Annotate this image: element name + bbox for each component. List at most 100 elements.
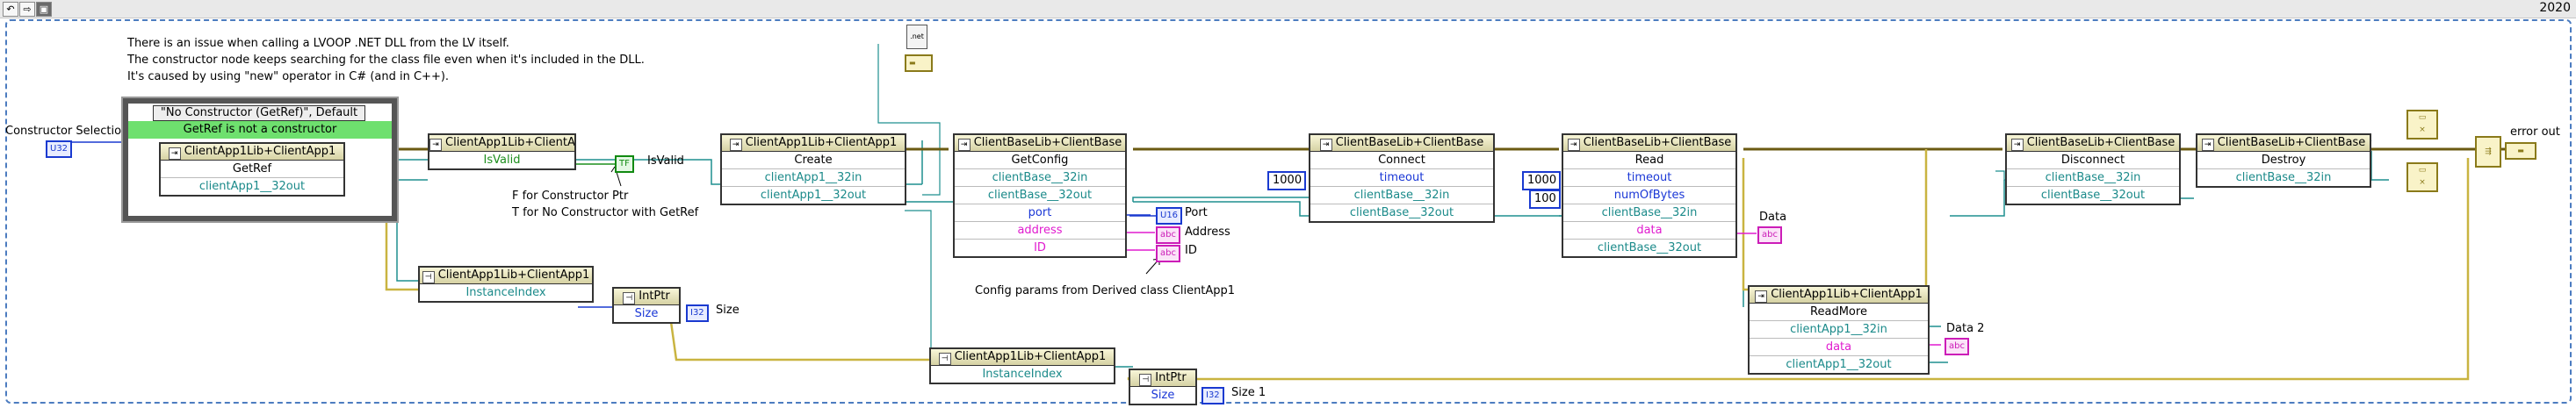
case-banner: GetRef is not a constructor — [128, 121, 392, 139]
instance-index-2-title: ClientApp1Lib+ClientApp1 — [954, 350, 1107, 363]
getref-out-terminal: clientApp1__32out — [161, 177, 343, 195]
note-config: Config params from Derived class ClientA… — [975, 284, 1236, 297]
readmore-in-terminal: clientApp1__32in — [1750, 320, 1928, 338]
connect-node[interactable]: ⇥ ClientBaseLib+ClientBase Connect timeou… — [1309, 133, 1495, 223]
case-structure: "No Constructor (GetRef)", Default GetRe… — [121, 97, 399, 223]
getconfig-node[interactable]: ⇥ ClientBaseLib+ClientBase GetConfig clie… — [953, 133, 1127, 258]
address-label: Address — [1185, 225, 1230, 239]
size-1-indicator[interactable]: I32 — [1201, 387, 1224, 404]
connect-out-terminal: clientBase__32out — [1310, 204, 1493, 221]
error-out-indicator[interactable]: ▬ — [2505, 142, 2536, 160]
disconnect-out-terminal: clientBase__32out — [2007, 186, 2179, 204]
read-in-terminal: clientBase__32in — [1563, 204, 1735, 221]
size-label: Size — [716, 304, 740, 317]
note-line-2: The constructor node keeps searching for… — [127, 54, 645, 67]
readmore-method: ReadMore — [1810, 305, 1867, 319]
read-bytes-constant[interactable]: 100 — [1529, 190, 1561, 209]
intptr-node-2[interactable]: ⊣ IntPtr Size — [1129, 369, 1197, 405]
read-node-title: ClientBaseLib+ClientBase — [1583, 136, 1732, 149]
method-node-icon: ⇥ — [2010, 139, 2024, 151]
note-line-3: It's caused by using "new" operator in C… — [127, 70, 450, 83]
getconfig-method: GetConfig — [1011, 154, 1069, 167]
close-reference-icon-2: ▭ × — [2406, 162, 2438, 192]
instance-index-1-terminal: InstanceIndex — [465, 286, 546, 299]
disconnect-method: Disconnect — [2060, 154, 2125, 167]
merge-errors-icon: ⇶ — [2475, 136, 2501, 168]
instance-index-node-1[interactable]: ⊣ ClientApp1Lib+ClientApp1 InstanceIndex — [418, 266, 594, 303]
net-icon: .net — [906, 25, 927, 49]
close-reference-icon-1: ▭ × — [2406, 110, 2438, 140]
isvalid-node-title: ClientApp1Lib+ClientApp1 — [445, 136, 574, 149]
address-indicator[interactable]: abc — [1156, 226, 1180, 244]
readmore-out-terminal: clientApp1__32out — [1750, 355, 1928, 373]
destroy-method: Destroy — [2261, 154, 2306, 167]
read-timeout-terminal: timeout — [1563, 168, 1735, 186]
method-node-icon: ⇥ — [168, 147, 181, 160]
connect-node-title: ClientBaseLib+ClientBase — [1335, 136, 1484, 149]
destroy-in-terminal: clientBase__32in — [2197, 168, 2370, 186]
isvalid-label: IsValid — [647, 154, 684, 168]
size-indicator[interactable]: I32 — [686, 304, 709, 322]
getref-method: GetRef — [232, 162, 272, 175]
destroy-node[interactable]: ⇥ ClientBaseLib+ClientBase Destroy client… — [2196, 133, 2371, 188]
port-indicator[interactable]: U16 — [1156, 207, 1183, 225]
disconnect-in-terminal: clientBase__32in — [2007, 168, 2179, 186]
read-node[interactable]: ⇥ ClientBaseLib+ClientBase Read timeout n… — [1562, 133, 1737, 258]
connect-timeout-terminal: timeout — [1310, 168, 1493, 186]
read-method: Read — [1634, 154, 1664, 167]
disconnect-node-title: ClientBaseLib+ClientBase — [2026, 136, 2176, 149]
data-indicator[interactable]: abc — [1757, 226, 1782, 244]
note-line-1: There is an issue when calling a LVOOP .… — [127, 37, 509, 50]
property-node-icon: ⊣ — [623, 292, 636, 304]
property-node-icon: ⊣ — [1139, 374, 1152, 386]
readmore-node[interactable]: ⇥ ClientApp1Lib+ClientApp1 ReadMore clien… — [1748, 285, 1930, 375]
isvalid-indicator[interactable]: TF — [615, 155, 634, 173]
read-bytes-terminal: numOfBytes — [1563, 186, 1735, 204]
getconfig-port-terminal: port — [955, 204, 1125, 221]
method-node-icon: ⇥ — [1567, 139, 1580, 151]
error-out-label: error out — [2510, 125, 2560, 139]
method-node-icon: ⇥ — [1755, 290, 1768, 303]
case-selector[interactable]: "No Constructor (GetRef)", Default — [153, 105, 365, 121]
method-node-icon: ⇥ — [2201, 139, 2214, 151]
create-method: Create — [794, 154, 833, 167]
getconfig-out-terminal: clientBase__32out — [955, 186, 1125, 204]
method-node-icon: ⇥ — [729, 139, 742, 151]
read-data-terminal: data — [1563, 221, 1735, 239]
note-ctor-f: F for Constructor Ptr — [512, 190, 629, 203]
getconfig-address-terminal: address — [955, 221, 1125, 239]
instance-index-1-title: ClientApp1Lib+ClientApp1 — [437, 268, 590, 282]
connect-timeout-constant[interactable]: 1000 — [1267, 171, 1306, 190]
constructor-ref-icon: ▬ — [905, 54, 933, 72]
getref-node-title: ClientApp1Lib+ClientApp1 — [184, 145, 336, 158]
connect-in-terminal: clientBase__32in — [1310, 186, 1493, 204]
method-node-icon: ⇥ — [1319, 139, 1332, 151]
instance-index-node-2[interactable]: ⊣ ClientApp1Lib+ClientApp1 InstanceIndex — [929, 347, 1115, 384]
size-1-label: Size 1 — [1231, 386, 1266, 399]
read-timeout-constant[interactable]: 1000 — [1522, 171, 1561, 190]
note-ctor-t: T for No Constructor with GetRef — [512, 206, 699, 219]
data-label: Data — [1759, 211, 1787, 224]
getconfig-node-title: ClientBaseLib+ClientBase — [973, 136, 1122, 149]
intptr-node-1[interactable]: ⊣ IntPtr Size — [612, 287, 681, 324]
readmore-data-terminal: data — [1750, 338, 1928, 355]
constructor-selection-control[interactable]: U32 — [46, 140, 72, 158]
instance-index-2-terminal: InstanceIndex — [982, 368, 1063, 381]
getconfig-in-terminal: clientBase__32in — [955, 168, 1125, 186]
getconfig-id-terminal: ID — [955, 239, 1125, 256]
property-node-icon: ⊣ — [422, 271, 435, 283]
property-node-icon: ⊣ — [938, 353, 951, 365]
create-node[interactable]: ⇥ ClientApp1Lib+ClientApp1 Create clientA… — [720, 133, 906, 205]
isvalid-terminal: IsValid — [483, 154, 521, 167]
getref-node[interactable]: ⇥ ClientApp1Lib+ClientApp1 GetRef clientA… — [159, 142, 345, 197]
property-node-icon: ⇥ — [429, 139, 442, 151]
isvalid-node[interactable]: ⇥ClientApp1Lib+ClientApp1 IsValid — [428, 133, 576, 170]
id-indicator[interactable]: abc — [1156, 245, 1180, 262]
data-2-label: Data 2 — [1946, 322, 1985, 335]
data-2-indicator[interactable]: abc — [1945, 338, 1969, 355]
intptr-1-size-terminal: Size — [634, 307, 659, 320]
intptr-2-size-terminal: Size — [1151, 389, 1175, 402]
constructor-selection-label: Constructor Selection — [5, 125, 129, 138]
disconnect-node[interactable]: ⇥ ClientBaseLib+ClientBase Disconnect cli… — [2005, 133, 2181, 205]
create-node-title: ClientApp1Lib+ClientApp1 — [745, 136, 898, 149]
